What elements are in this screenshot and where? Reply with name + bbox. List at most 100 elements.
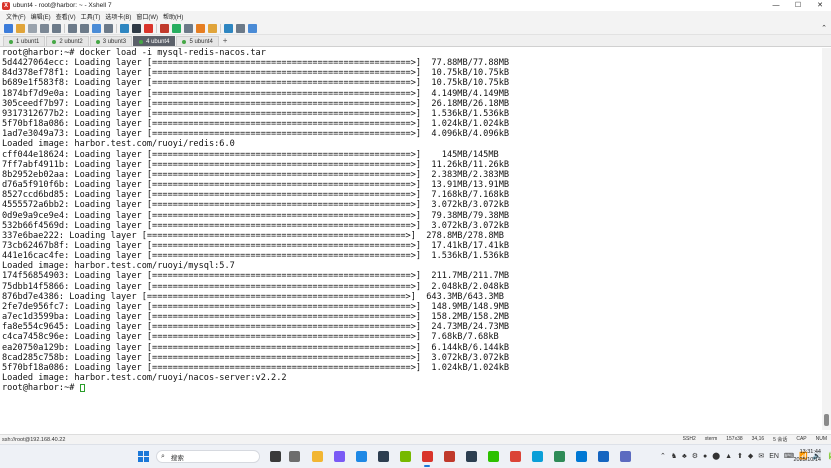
vscode-icon[interactable] xyxy=(356,451,367,462)
terminal-line: 876bd7e4386: Loading layer [============… xyxy=(2,291,504,302)
find-icon[interactable] xyxy=(92,23,101,33)
scrollbar-thumb[interactable] xyxy=(824,414,829,426)
layout-icon[interactable] xyxy=(236,23,245,33)
copilot-icon[interactable] xyxy=(334,451,345,462)
windows-taskbar: ⌕ 搜索 ⌃ ♞ ♣ ⚙ ● ⬤ ▲ ⬆ ◆ ✉ EN ⌨ 📶 🔊 🔋 13:31:44 2025/10/1… xyxy=(0,444,831,468)
menu-view[interactable]: 查看(V) xyxy=(56,12,76,21)
menu-file[interactable]: 文件(F) xyxy=(6,12,26,21)
tab-ubunt1[interactable]: 1 ubunt1 xyxy=(3,36,46,46)
protocol-status: SSH2 xyxy=(682,436,696,442)
terminal-line: 75dbb14f5866: Loading layer [===========… xyxy=(2,281,510,292)
clock[interactable]: 13:31:44 2025/10/14 xyxy=(793,448,821,464)
tray-icon[interactable]: ⬤ xyxy=(712,451,720,462)
open-folder-icon[interactable] xyxy=(16,23,25,33)
properties-icon[interactable] xyxy=(52,23,61,33)
tab-ubunt2[interactable]: 2 ubunt2 xyxy=(46,36,89,46)
toolbar-overflow-icon[interactable]: ⌃ xyxy=(821,24,827,32)
lock-icon[interactable] xyxy=(208,23,217,33)
tray-icon[interactable]: ● xyxy=(703,451,707,462)
tray-icon[interactable]: ⚙ xyxy=(692,451,698,462)
terminal-line: 174f56854903: Loading layer [===========… xyxy=(2,271,510,282)
maximize-button[interactable]: ☐ xyxy=(787,0,809,11)
wechat-icon[interactable] xyxy=(488,451,499,462)
toolbar-separator xyxy=(220,23,221,33)
tray-icon[interactable]: EN xyxy=(769,451,779,462)
tab-ubunt3[interactable]: 3 ubunt3 xyxy=(89,36,133,46)
xftp-icon[interactable] xyxy=(160,23,169,33)
copy-icon[interactable] xyxy=(68,23,77,33)
disconnect-icon[interactable] xyxy=(28,23,37,33)
add-tab-button[interactable]: + xyxy=(223,36,228,46)
edge-icon[interactable] xyxy=(532,451,543,462)
app-icon[interactable] xyxy=(554,451,565,462)
terminal-line: 5f70bf18a086: Loading layer [===========… xyxy=(2,362,510,373)
tunnel-icon[interactable] xyxy=(172,23,181,33)
tray-icon[interactable]: ◆ xyxy=(748,451,753,462)
terminal-line: 84d378ef78f1: Loading layer [===========… xyxy=(2,68,510,79)
start-button[interactable] xyxy=(138,451,149,462)
remote-desktop-icon[interactable] xyxy=(598,451,609,462)
new-session-icon[interactable] xyxy=(4,23,13,33)
script-icon[interactable] xyxy=(196,23,205,33)
menu-tabs[interactable]: 选项卡(B) xyxy=(105,12,131,21)
terminal-line: 305ceedf7b97: Loading layer [===========… xyxy=(2,98,510,109)
connected-dot-icon xyxy=(182,39,187,44)
tray-icon[interactable]: 🔋 xyxy=(826,451,831,462)
minimize-button[interactable]: — xyxy=(765,0,787,11)
menu-tools[interactable]: 工具(T) xyxy=(81,12,101,21)
globe-icon[interactable] xyxy=(120,23,129,33)
chrome-icon[interactable] xyxy=(510,451,521,462)
terminal-line: Loaded image: harbor.test.com/ruoyi/naco… xyxy=(2,373,287,383)
color-scheme-icon[interactable] xyxy=(144,23,153,33)
clock-date: 2025/10/14 xyxy=(793,457,821,463)
xshell-icon[interactable] xyxy=(422,451,433,462)
paste-icon[interactable] xyxy=(80,23,89,33)
num-lock-status: NUM xyxy=(815,436,827,442)
terminal-line: 8cad285c758b: Loading layer [===========… xyxy=(2,352,510,363)
connected-dot-icon xyxy=(139,39,144,44)
task-view-icon[interactable] xyxy=(270,451,281,462)
keyboard-icon[interactable] xyxy=(184,23,193,33)
tray-icon[interactable]: ✉ xyxy=(758,451,764,462)
help-icon[interactable] xyxy=(248,23,257,33)
print-icon[interactable] xyxy=(104,23,113,33)
tray-icon[interactable]: ♞ xyxy=(671,451,677,462)
terminal-line: 73cb62467b8f: Loading layer [===========… xyxy=(2,240,510,251)
terminal-line: 532b66f4569d: Loading layer [===========… xyxy=(2,220,510,231)
tray-icon[interactable]: ⌃ xyxy=(660,451,666,462)
app-dark-icon[interactable] xyxy=(378,451,389,462)
vmware-icon[interactable] xyxy=(620,451,631,462)
menu-window[interactable]: 窗口(W) xyxy=(136,12,158,21)
terminal-line: 1874bf7d9e0a: Loading layer [===========… xyxy=(2,88,510,99)
terminal-type-status: xterm xyxy=(704,436,718,442)
clock-time: 13:31:44 xyxy=(799,449,821,455)
tray-icon[interactable]: ⬆ xyxy=(737,451,743,462)
window-title: ubunt4 - root@harbor: ~ - Xshell 7 xyxy=(13,2,112,9)
compose-icon[interactable] xyxy=(224,23,233,33)
menu-help[interactable]: 帮助(H) xyxy=(163,12,183,21)
settings-icon[interactable] xyxy=(289,451,300,462)
windows-logo-icon xyxy=(138,451,143,456)
tab-ubunt4-active[interactable]: 4 ubunt4 xyxy=(133,36,176,46)
terminal-line: 2fe7de956fc7: Loading layer [===========… xyxy=(2,301,510,312)
terminal-line: 8b2952eb02aa: Loading layer [===========… xyxy=(2,169,510,180)
taskbar-search[interactable]: ⌕ 搜索 xyxy=(156,450,260,463)
reconnect-icon[interactable] xyxy=(40,23,49,33)
code-editor-icon[interactable] xyxy=(466,451,477,462)
terminal-line: 1ad7e3049a73: Loading layer [===========… xyxy=(2,129,510,140)
terminal-app-icon[interactable] xyxy=(444,451,455,462)
tray-icon[interactable]: ▲ xyxy=(725,451,732,462)
toolbar-separator xyxy=(64,23,65,33)
terminal-output[interactable]: root@harbor:~# docker load -i mysql-redi… xyxy=(0,48,822,430)
tray-icon[interactable]: ♣ xyxy=(682,451,687,462)
toolbar-separator xyxy=(156,23,157,33)
close-button[interactable]: ✕ xyxy=(809,0,831,11)
window-controls: — ☐ ✕ xyxy=(765,0,831,11)
terminal-scrollbar[interactable] xyxy=(822,48,831,430)
menu-edit[interactable]: 编辑(E) xyxy=(31,12,51,21)
file-explorer-icon[interactable] xyxy=(312,451,323,462)
nvidia-icon[interactable] xyxy=(400,451,411,462)
mail-icon[interactable] xyxy=(576,451,587,462)
font-icon[interactable] xyxy=(132,23,141,33)
tab-ubunt4-second[interactable]: 5 ubunt4 xyxy=(176,36,219,46)
